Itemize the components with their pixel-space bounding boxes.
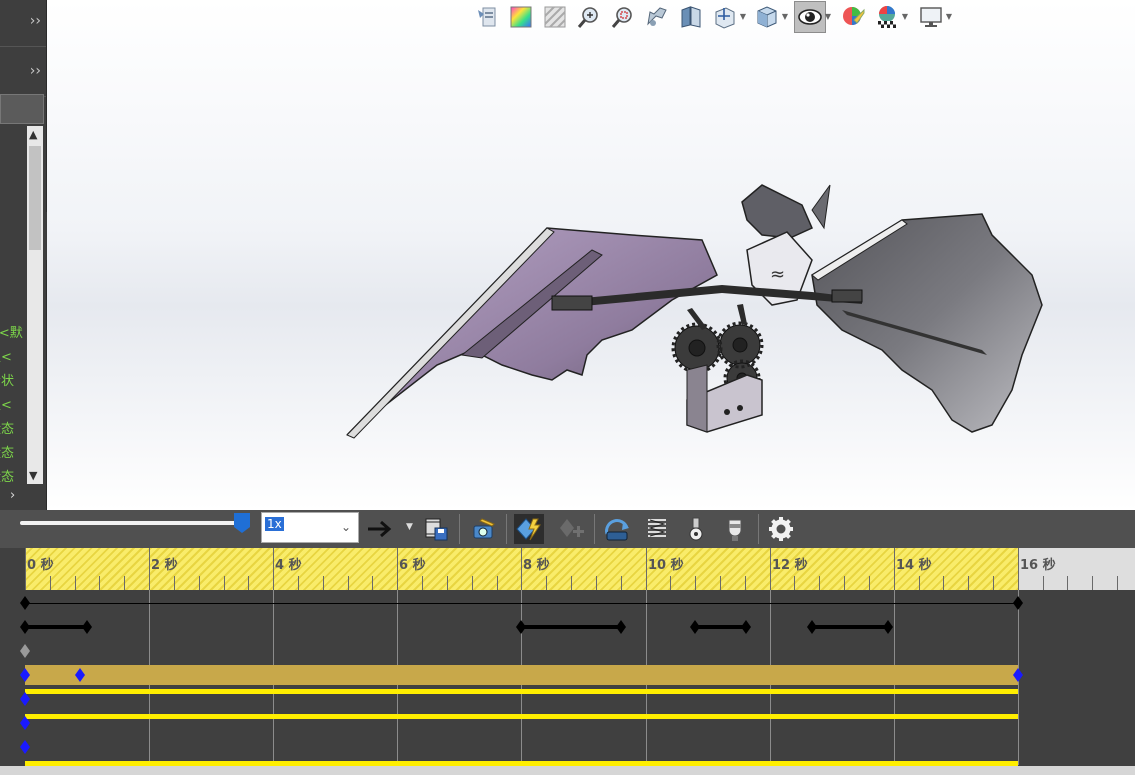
- tick-label: 10 秒: [648, 558, 684, 573]
- tree-item[interactable]: 状态: [0, 418, 28, 437]
- key-point[interactable]: [516, 620, 526, 634]
- chevron-right-icon[interactable]: ››: [30, 13, 41, 29]
- section-cut-icon[interactable]: [676, 2, 706, 32]
- view-settings-monitor-icon[interactable]: ▼: [916, 2, 952, 32]
- slider-thumb[interactable]: [234, 513, 250, 533]
- tick-label: 12 秒: [772, 558, 808, 573]
- key-point[interactable]: [20, 692, 30, 706]
- scrollbar-thumb[interactable]: [29, 146, 41, 250]
- key-bar[interactable]: [521, 625, 621, 629]
- speed-value: 1x: [265, 517, 284, 531]
- tree-item[interactable]: <<默: [0, 322, 28, 341]
- tree-item[interactable]: 状态: [0, 442, 28, 461]
- motor-icon[interactable]: [602, 514, 632, 544]
- animation-wizard-icon[interactable]: [468, 514, 498, 544]
- svg-text:≈: ≈: [770, 264, 785, 285]
- assembly-model[interactable]: ≈: [342, 180, 1062, 450]
- appearance-icon[interactable]: [506, 2, 536, 32]
- chevron-right-icon[interactable]: ›: [10, 488, 15, 503]
- key-point[interactable]: [1013, 596, 1023, 610]
- key-bar[interactable]: [695, 625, 746, 629]
- playback-speed-slider[interactable]: [20, 521, 242, 525]
- timeline-scrollbar[interactable]: [0, 766, 1135, 775]
- tick-label: 4 秒: [275, 558, 302, 573]
- view-settings-icon[interactable]: [472, 2, 502, 32]
- playback-speed-dropdown[interactable]: 1x ⌄: [261, 512, 359, 543]
- display-style-icon[interactable]: ▼: [752, 2, 788, 32]
- tick-label: 14 秒: [896, 558, 932, 573]
- key-point[interactable]: [883, 620, 893, 634]
- playback-mode-icon[interactable]: [366, 514, 396, 544]
- zoom-to-area-icon[interactable]: [608, 2, 638, 32]
- motion-study-properties-icon[interactable]: [766, 514, 796, 544]
- heads-up-view-toolbar: ▼ ▼ ▼ ▼ ▼: [472, 0, 952, 34]
- key-point[interactable]: [616, 620, 626, 634]
- tick-label: 16 秒: [1020, 558, 1056, 573]
- tree-scrollbar[interactable]: ▲ ▼: [27, 126, 43, 484]
- key-bar[interactable]: [25, 603, 1018, 604]
- previous-view-icon[interactable]: [642, 2, 672, 32]
- scroll-down-icon[interactable]: ▼: [29, 469, 37, 482]
- key-point[interactable]: [20, 644, 30, 658]
- panel-section-1[interactable]: ››: [0, 0, 46, 47]
- tree-item[interactable]: 状态: [0, 466, 28, 485]
- panel-tab[interactable]: [0, 94, 44, 124]
- component-line[interactable]: [25, 714, 1018, 719]
- scroll-up-icon[interactable]: ▲: [29, 128, 37, 141]
- key-point[interactable]: [741, 620, 751, 634]
- save-animation-icon[interactable]: [421, 514, 451, 544]
- tree-item[interactable]: 认<: [0, 346, 28, 365]
- motion-study-toolbar: 1x ⌄ ▼: [0, 510, 1135, 548]
- motion-timeline[interactable]: 0 秒 2 秒 4 秒 6 秒 8 秒 10 秒 12 秒 14 秒 16 秒: [0, 548, 1135, 775]
- tree-item[interactable]: 示状: [0, 370, 28, 389]
- apply-scene-icon[interactable]: ▼: [872, 2, 908, 32]
- tick-label: 0 秒: [27, 558, 54, 573]
- key-point[interactable]: [20, 740, 30, 754]
- section-view-icon[interactable]: [540, 2, 570, 32]
- hide-show-items-icon[interactable]: ▼: [794, 1, 831, 33]
- tick-label: 6 秒: [399, 558, 426, 573]
- contact-icon[interactable]: [681, 514, 711, 544]
- key-point[interactable]: [82, 620, 92, 634]
- component-line[interactable]: [25, 689, 1018, 694]
- graphics-viewport[interactable]: ▼ ▼ ▼ ▼ ▼ ≈: [47, 0, 1135, 510]
- autokey-icon[interactable]: [514, 514, 544, 544]
- feature-manager-panel: ›› ›› )) <<默 认< 示状 认< 状态 状态 状态 ▲ ▼ ›: [0, 0, 47, 510]
- key-point[interactable]: [20, 620, 30, 634]
- key-point[interactable]: [807, 620, 817, 634]
- tree-item[interactable]: 认<: [0, 394, 28, 413]
- key-bar[interactable]: [812, 625, 888, 629]
- tick-label: 2 秒: [151, 558, 178, 573]
- spring-icon[interactable]: [642, 514, 672, 544]
- gravity-icon[interactable]: [720, 514, 750, 544]
- zoom-to-fit-icon[interactable]: [574, 2, 604, 32]
- chevron-right-icon[interactable]: ››: [30, 63, 41, 79]
- view-orientation-icon[interactable]: ▼: [710, 2, 746, 32]
- dropdown-arrow-icon[interactable]: ▼: [406, 522, 413, 532]
- panel-section-2[interactable]: ››: [0, 50, 46, 97]
- tick-label: 8 秒: [523, 558, 550, 573]
- chevron-down-icon: ⌄: [340, 520, 351, 534]
- component-band[interactable]: [25, 665, 1018, 685]
- key-bar[interactable]: [25, 625, 87, 629]
- add-key-icon[interactable]: [556, 514, 586, 544]
- key-point[interactable]: [690, 620, 700, 634]
- key-point[interactable]: [20, 596, 30, 610]
- tree-item[interactable]: )): [0, 130, 28, 145]
- edit-appearance-icon[interactable]: [838, 2, 868, 32]
